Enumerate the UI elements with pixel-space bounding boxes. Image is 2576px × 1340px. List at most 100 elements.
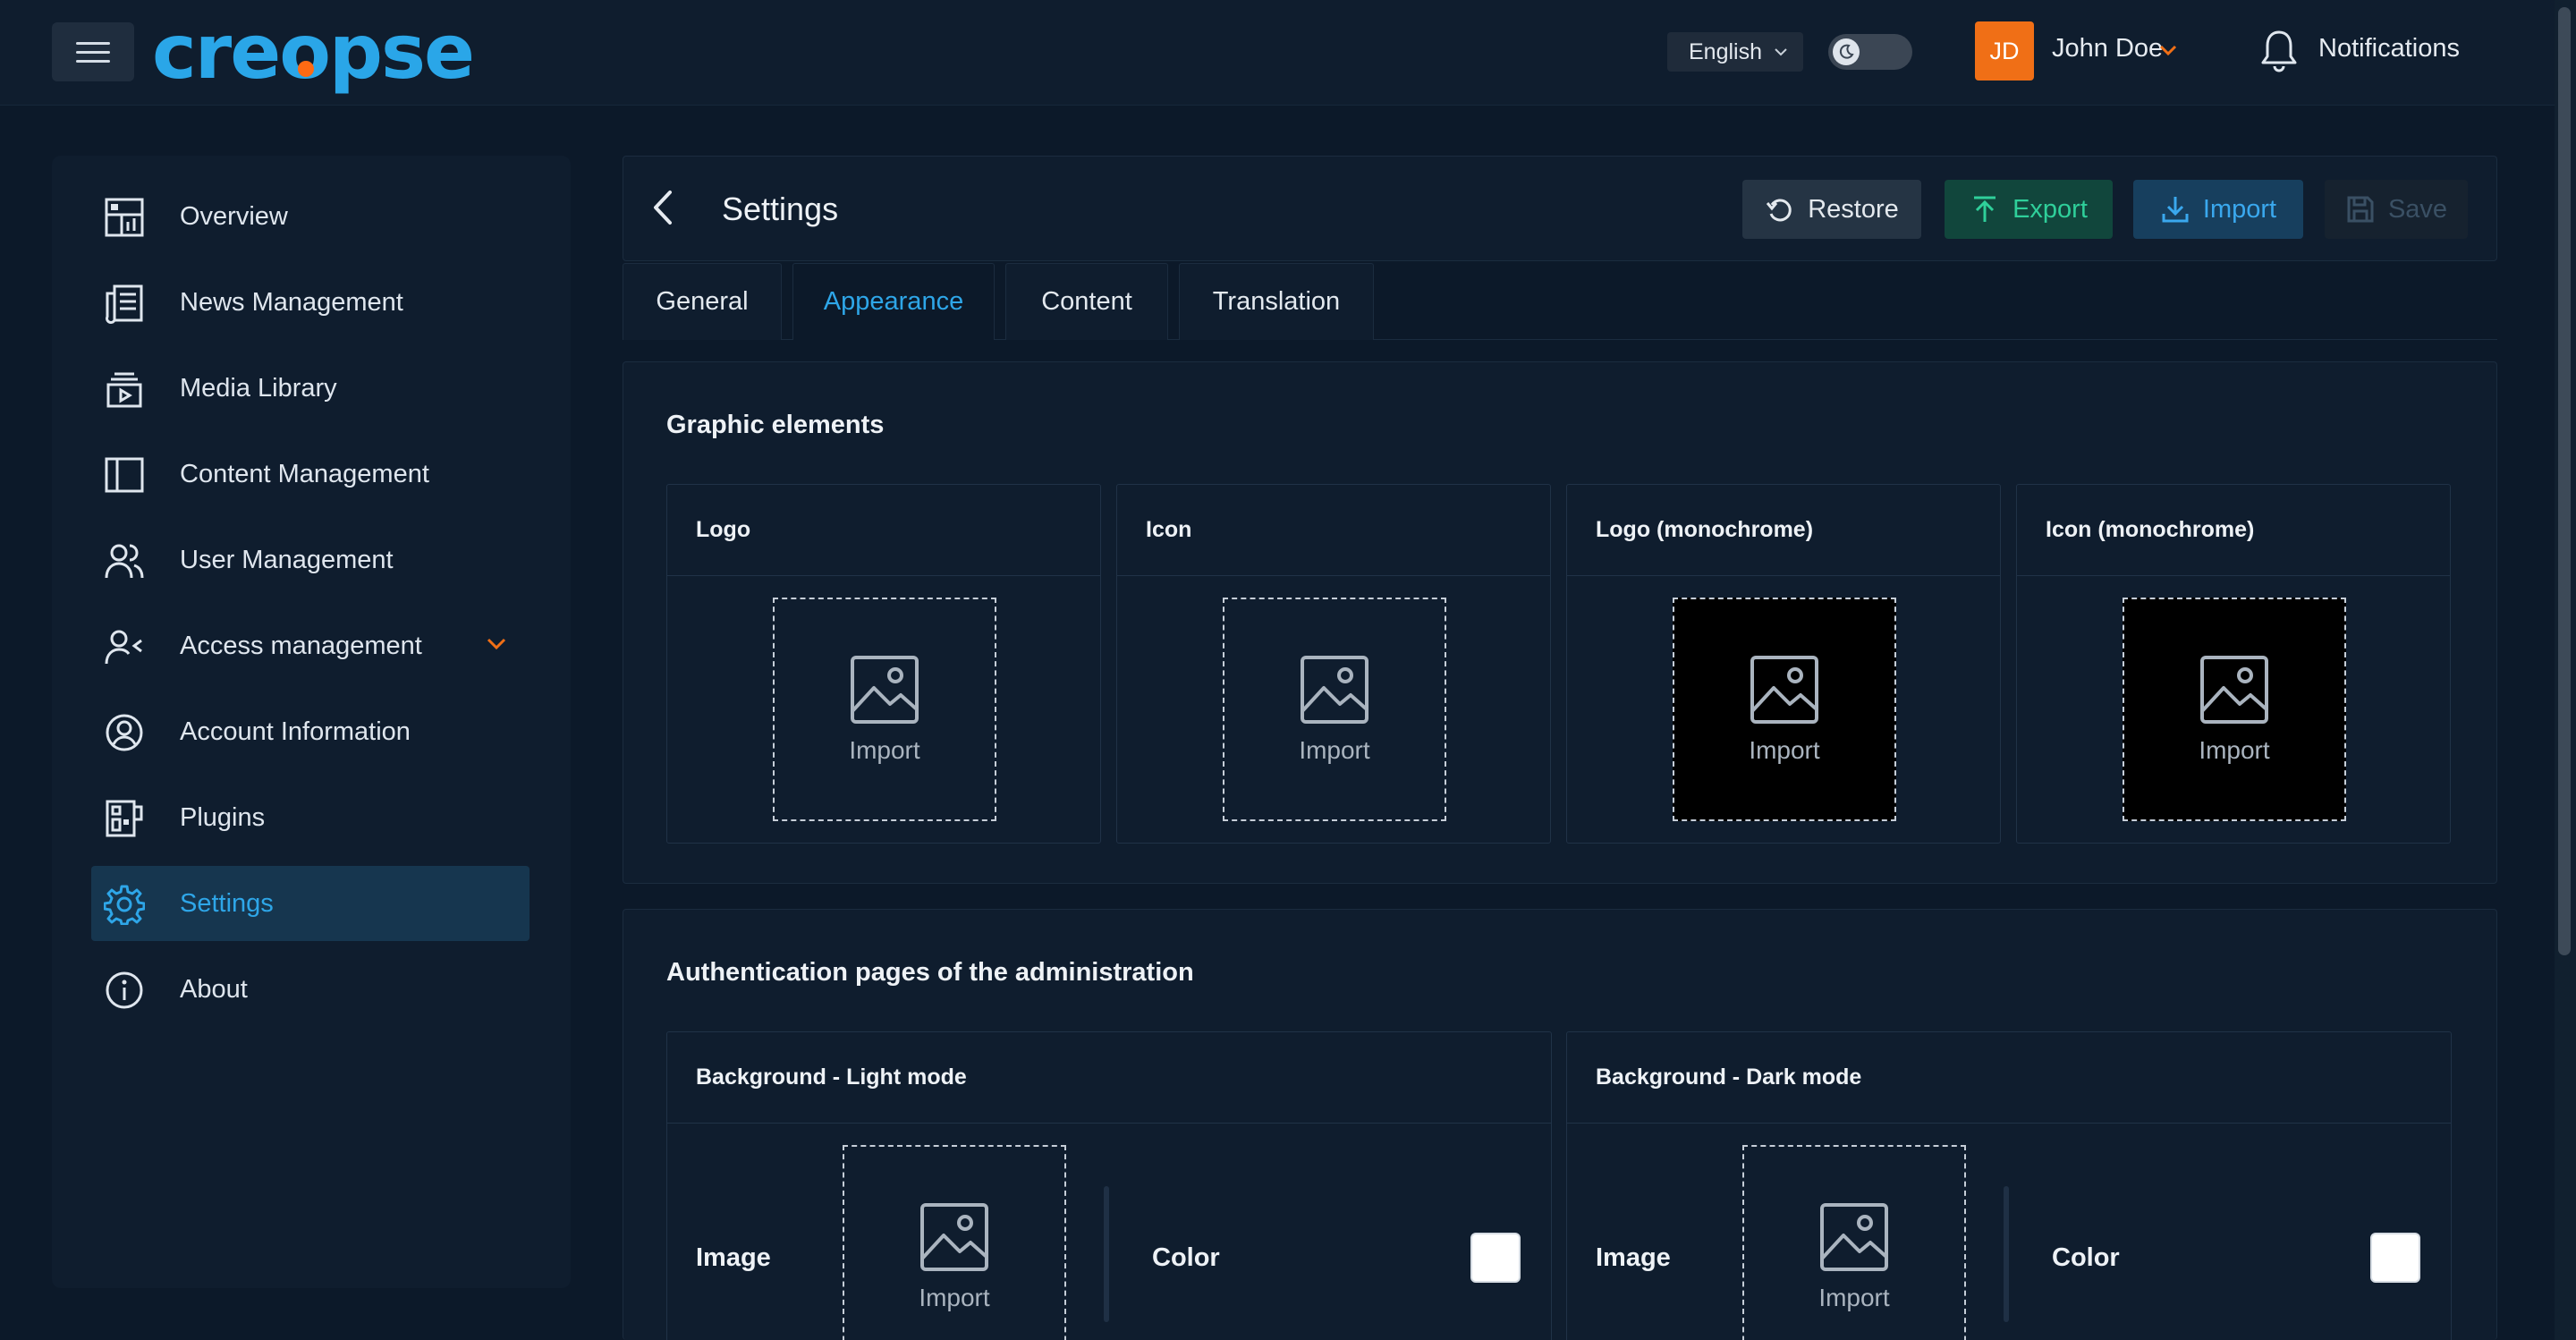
card-title: Background - Light mode (667, 1032, 1551, 1124)
gear-icon (104, 885, 145, 925)
menu-icon (76, 41, 110, 45)
user-name[interactable]: John Doe (2052, 34, 2163, 64)
tab-label: Content (1041, 287, 1132, 316)
image-placeholder-icon (1301, 656, 1368, 724)
plugins-icon (106, 800, 143, 837)
sidebar-item-access-management[interactable]: Access management (91, 608, 530, 683)
back-arrow-icon[interactable] (645, 187, 681, 228)
theme-toggle[interactable] (1828, 34, 1912, 70)
icon-card: Icon Import (1116, 484, 1551, 844)
tab-label: Translation (1212, 287, 1341, 316)
brand-logo[interactable]: creopse (152, 7, 483, 97)
sidebar-item-settings[interactable]: Settings (91, 866, 530, 941)
icon-monochrome-card: Icon (monochrome) Import (2016, 484, 2451, 844)
tab-label: Appearance (823, 287, 964, 316)
tab-general[interactable]: General (623, 263, 782, 340)
dropzone-label: Import (1299, 736, 1370, 764)
sidebar-item-label: Overview (180, 201, 288, 231)
menu-toggle-button[interactable] (52, 22, 134, 81)
page-title: Settings (722, 191, 839, 227)
sidebar-item-about[interactable]: About (91, 952, 530, 1027)
sidebar-item-content-management[interactable]: Content Management (91, 437, 530, 512)
image-label: Image (1596, 1243, 1671, 1272)
tab-translation[interactable]: Translation (1179, 263, 1374, 340)
image-placeholder-icon (2200, 656, 2268, 724)
avatar[interactable]: JD (1975, 21, 2034, 81)
image-placeholder-icon (920, 1203, 988, 1271)
brand-name: creopse (152, 8, 475, 96)
sidebar-item-label: Access management (180, 631, 422, 660)
card-title: Background - Dark mode (1567, 1032, 2451, 1124)
sidebar-item-label: Account Information (180, 717, 411, 746)
divider (1104, 1186, 1109, 1322)
restore-button[interactable]: Restore (1742, 180, 1921, 239)
image-placeholder-icon (851, 656, 919, 724)
icon-monochrome-dropzone[interactable]: Import (2123, 598, 2346, 821)
dropzone-label: Import (849, 736, 920, 764)
color-picker-swatch[interactable] (2370, 1233, 2420, 1283)
tab-appearance[interactable]: Appearance (792, 263, 995, 340)
dashboard-icon (105, 198, 144, 237)
section-title: Graphic elements (666, 411, 885, 439)
moon-icon (1833, 38, 1860, 65)
page-scrollbar-thumb[interactable] (2558, 7, 2571, 955)
export-button[interactable]: Export (1945, 180, 2113, 239)
newspaper-icon (106, 284, 143, 324)
notifications-link[interactable]: Notifications (2318, 34, 2460, 64)
settings-header: Settings Restore Export Import Save (623, 156, 2497, 261)
logo-monochrome-dropzone[interactable]: Import (1673, 598, 1896, 821)
language-select[interactable]: English (1667, 32, 1803, 72)
background-dark-card: Background - Dark mode Image Import Colo… (1566, 1031, 2452, 1340)
tab-content[interactable]: Content (1005, 263, 1168, 340)
sidebar-item-label: Plugins (180, 802, 266, 832)
top-bar: creopse English JD John Doe Notification… (0, 0, 2555, 106)
divider (2004, 1186, 2009, 1322)
user-access-icon (105, 630, 142, 665)
floppy-disk-icon (2347, 196, 2374, 223)
background-dark-dropzone[interactable]: Import (1742, 1145, 1966, 1340)
sidebar-item-label: Settings (180, 888, 274, 918)
sidebar-item-overview[interactable]: Overview (91, 179, 530, 254)
background-light-card: Background - Light mode Image Import Col… (666, 1031, 1552, 1340)
language-value: English (1689, 38, 1762, 64)
import-button-label: Import (2202, 194, 2277, 224)
media-library-icon (106, 372, 142, 408)
sidebar-item-media-library[interactable]: Media Library (91, 351, 530, 426)
sidebar-item-news-management[interactable]: News Management (91, 265, 530, 340)
dropzone-label: Import (919, 1284, 990, 1311)
sidebar-item-user-management[interactable]: User Management (91, 522, 530, 598)
auth-pages-panel: Authentication pages of the administrati… (623, 909, 2497, 1340)
card-title: Icon (1117, 485, 1550, 576)
layout-icon (105, 457, 144, 493)
save-button[interactable]: Save (2325, 180, 2468, 239)
user-menu-chevron-icon[interactable] (2157, 39, 2179, 61)
image-label: Image (696, 1243, 771, 1272)
sidebar-item-plugins[interactable]: Plugins (91, 780, 530, 855)
bell-icon[interactable] (2258, 27, 2301, 75)
card-title: Logo (667, 485, 1100, 576)
image-placeholder-icon (1750, 656, 1818, 724)
save-button-label: Save (2387, 194, 2448, 224)
logo-card: Logo Import (666, 484, 1101, 844)
sidebar-item-label: News Management (180, 287, 403, 317)
account-circle-icon (106, 714, 143, 751)
export-button-label: Export (2012, 194, 2088, 224)
tab-label: General (656, 287, 749, 316)
icon-dropzone[interactable]: Import (1223, 598, 1446, 821)
sidebar-item-label: Media Library (180, 373, 337, 403)
import-button[interactable]: Import (2133, 180, 2303, 239)
sidebar-item-account-information[interactable]: Account Information (91, 694, 530, 769)
color-label: Color (2052, 1243, 2120, 1272)
color-label: Color (1152, 1243, 1220, 1272)
card-title: Logo (monochrome) (1567, 485, 2000, 576)
restore-icon (1767, 199, 1792, 222)
sidebar-item-label: Content Management (180, 459, 429, 488)
dropzone-label: Import (2199, 736, 2270, 764)
card-title: Icon (monochrome) (2017, 485, 2450, 576)
background-light-dropzone[interactable]: Import (843, 1145, 1066, 1340)
logo-dropzone[interactable]: Import (773, 598, 996, 821)
color-picker-swatch[interactable] (1470, 1233, 1521, 1283)
dropzone-label: Import (1749, 736, 1820, 764)
chevron-down-icon[interactable] (483, 630, 510, 657)
sidebar-item-label: User Management (180, 545, 394, 574)
